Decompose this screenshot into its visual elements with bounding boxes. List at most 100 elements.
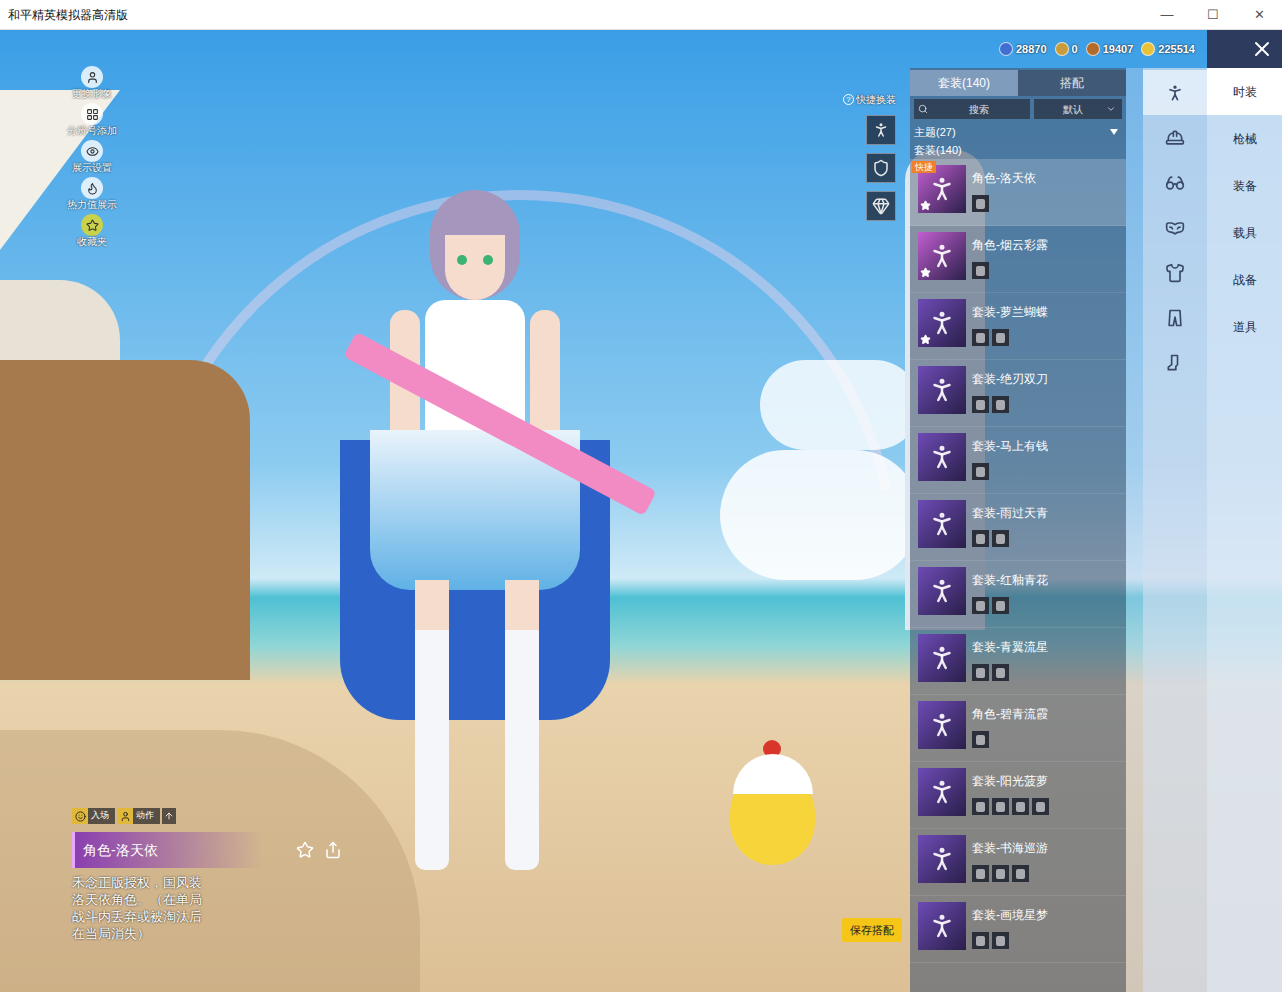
quick-badge: 快捷 [912, 161, 936, 173]
menu-icon [86, 108, 99, 121]
left-menu-item[interactable]: 分辨号添加 [62, 103, 122, 140]
nav-item[interactable]: 战备 [1207, 256, 1282, 303]
outfit-name: 角色-烟云彩露 [972, 236, 1048, 254]
right-group: 28870019407225514套装(140)搭配搜索默认主题(27)套装(1… [908, 30, 1207, 992]
save-button[interactable]: 保存搭配 [842, 918, 902, 943]
nav-item[interactable]: 时装 [1207, 68, 1282, 115]
favorite-icon[interactable] [296, 841, 314, 859]
close-icon[interactable] [1250, 37, 1274, 61]
favorite-star-icon [920, 267, 931, 278]
outfit-part [1012, 798, 1029, 815]
outfit-item[interactable]: 套装-书海巡游 [910, 829, 1126, 896]
outfit-item[interactable]: 角色-烟云彩露 [910, 226, 1126, 293]
outfit-figure-icon [927, 710, 957, 740]
chick-pet [725, 740, 820, 870]
quick-switch-slot[interactable] [866, 191, 896, 221]
pants-icon [1165, 308, 1185, 328]
outfit-parts [972, 664, 1048, 681]
left-menu-item[interactable]: 收藏夹 [62, 214, 122, 251]
category-column [1143, 68, 1207, 992]
slot-icon [872, 121, 890, 139]
outfit-part [972, 731, 989, 748]
left-menu-item[interactable]: 热力值展示 [62, 177, 122, 214]
outfit-item[interactable]: 套装-画境星梦 [910, 896, 1126, 963]
collapse-button[interactable] [162, 808, 176, 824]
quick-switch-slot[interactable] [866, 115, 896, 145]
outfit-item[interactable]: 套装-萝兰蝴蝶 [910, 293, 1126, 360]
nav-item[interactable]: 枪械 [1207, 115, 1282, 162]
category-item[interactable] [1143, 70, 1207, 115]
outfit-name: 角色-碧青流霞 [972, 705, 1048, 723]
outfit-item[interactable]: 快捷角色-洛天依 [910, 159, 1126, 226]
category-item[interactable] [1143, 340, 1207, 385]
category-item[interactable] [1143, 160, 1207, 205]
outfit-part [992, 530, 1009, 547]
outfit-part [992, 932, 1009, 949]
figure-icon [1165, 83, 1185, 103]
outfit-item[interactable]: 套装-马上有钱 [910, 427, 1126, 494]
category-item[interactable] [1143, 115, 1207, 160]
cloud [720, 450, 920, 580]
list-tab[interactable]: 套装(140) [910, 70, 1018, 96]
left-menu-item[interactable]: 展示设置 [62, 140, 122, 177]
outfit-part [972, 195, 989, 212]
list-group[interactable]: 套装(140) [914, 141, 1122, 159]
category-item[interactable] [1143, 250, 1207, 295]
info-tab[interactable]: 动作 [117, 808, 160, 824]
outfit-name: 套装-萝兰蝴蝶 [972, 303, 1048, 321]
quick-switch: ?快捷换装 [843, 30, 908, 221]
triangle-down-icon [1110, 129, 1118, 135]
outfit-thumbnail [918, 634, 966, 682]
panel-gap [1126, 68, 1143, 992]
currency-bar: 28870019407225514 [908, 30, 1207, 68]
cap-icon [1165, 128, 1185, 148]
outfit-item[interactable]: 套装-绝刃双刀 [910, 360, 1126, 427]
outfit-part [992, 597, 1009, 614]
window-control-button[interactable]: ✕ [1236, 0, 1282, 30]
outfit-parts [972, 262, 1048, 279]
nav-item[interactable]: 装备 [1207, 162, 1282, 209]
outfit-name: 套装-马上有钱 [972, 437, 1048, 455]
category-item[interactable] [1143, 205, 1207, 250]
list-tab[interactable]: 搭配 [1018, 70, 1126, 96]
share-icon[interactable] [324, 841, 342, 859]
outfit-thumbnail [918, 835, 966, 883]
outfit-parts [972, 932, 1048, 949]
chevron-down-icon [1106, 104, 1116, 114]
outfit-name: 套装-书海巡游 [972, 839, 1048, 857]
window-control-button[interactable]: ☐ [1190, 0, 1236, 30]
outfit-item[interactable]: 角色-碧青流霞 [910, 695, 1126, 762]
arrow-up-icon [164, 811, 174, 821]
outfit-figure-icon [927, 442, 957, 472]
menu-icon [86, 71, 99, 84]
nav-item[interactable]: 载具 [1207, 209, 1282, 256]
top-row: 更换形象分辨号添加展示设置热力值展示收藏夹 ?快捷换装 [0, 30, 908, 251]
action-icon [120, 811, 131, 822]
outfit-thumbnail [918, 366, 966, 414]
outfit-item[interactable]: 套装-雨过天青 [910, 494, 1126, 561]
outfit-thumbnail [918, 902, 966, 950]
currency-icon [999, 42, 1013, 56]
outfit-item[interactable]: 套装-红釉青花 [910, 561, 1126, 628]
help-badge[interactable]: ? [843, 94, 854, 105]
outfit-part [1012, 865, 1029, 882]
category-item[interactable] [1143, 295, 1207, 340]
outfit-figure-icon [927, 777, 957, 807]
outfit-parts [972, 463, 1048, 480]
outfit-part [992, 664, 1009, 681]
info-tab[interactable]: 入场 [72, 808, 115, 824]
outfit-name: 套装-青翼流星 [972, 638, 1048, 656]
outfit-item[interactable]: 套装-青翼流星 [910, 628, 1126, 695]
outfit-thumbnail [918, 567, 966, 615]
outfit-part [972, 932, 989, 949]
ship-hull [0, 360, 250, 680]
outfit-item[interactable]: 套装-阳光菠萝 [910, 762, 1126, 829]
outfit-thumbnail [918, 299, 966, 347]
search-field[interactable]: 搜索 [914, 99, 1030, 119]
list-group[interactable]: 主题(27) [914, 123, 1122, 141]
nav-item[interactable]: 道具 [1207, 303, 1282, 350]
quick-switch-slot[interactable] [866, 153, 896, 183]
left-menu-item[interactable]: 更换形象 [62, 66, 122, 103]
sort-dropdown[interactable]: 默认 [1034, 99, 1122, 119]
window-control-button[interactable]: — [1144, 0, 1190, 30]
